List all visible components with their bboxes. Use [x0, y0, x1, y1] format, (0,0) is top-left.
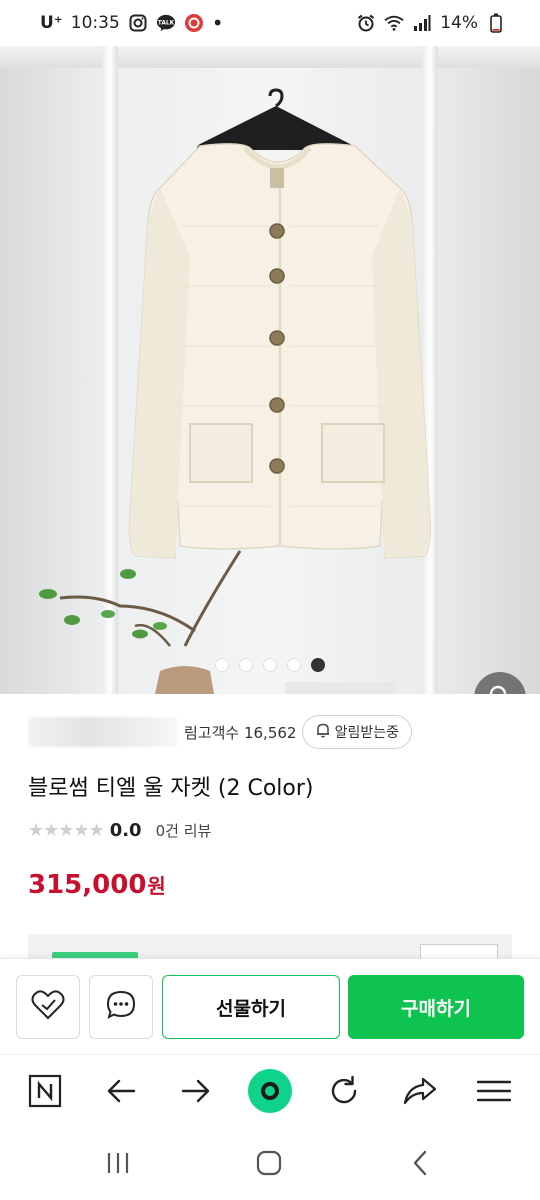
green-home-button[interactable] [246, 1069, 294, 1117]
kakaotalk-icon: TALK [156, 13, 176, 33]
product-price: 315,000 [28, 870, 147, 900]
search-icon [488, 684, 512, 694]
signal-icon [412, 13, 432, 33]
gift-button[interactable]: 선물하기 [162, 975, 340, 1039]
store-alert-label: 알림받는중 [334, 725, 399, 741]
system-back-button[interactable] [400, 1148, 440, 1182]
buy-button[interactable]: 구매하기 [348, 975, 524, 1039]
bell-icon [315, 722, 331, 742]
arrow-left-icon [105, 1077, 137, 1109]
product-image[interactable] [0, 46, 540, 694]
recent-apps-icon [105, 1151, 131, 1179]
carousel-dot[interactable] [239, 658, 253, 672]
hamburger-icon [476, 1080, 512, 1106]
green-circle-icon [247, 1068, 293, 1118]
store-name-redacted[interactable] [28, 717, 178, 747]
carousel-dot[interactable] [311, 658, 325, 672]
recent-apps-button[interactable] [98, 1148, 138, 1182]
status-right: 14% [356, 13, 506, 33]
wifi-icon [384, 13, 404, 33]
home-icon [256, 1150, 282, 1180]
alarm-icon [356, 13, 376, 33]
chat-bubble-icon [104, 988, 138, 1026]
heart-check-icon [30, 988, 66, 1026]
price-row: 315,000 원 [28, 870, 166, 900]
share-icon [402, 1076, 438, 1110]
chevron-left-icon [410, 1150, 430, 1180]
instagram-icon [128, 13, 148, 33]
chat-button[interactable] [89, 975, 153, 1039]
star-rating: ★★★★★ [28, 820, 105, 841]
rating-row[interactable]: ★★★★★ 0.0 0건 리뷰 [28, 820, 211, 841]
forward-button[interactable] [172, 1069, 220, 1117]
store-alert-button[interactable]: 알림받는중 [301, 715, 412, 749]
system-navigation-bar [0, 1130, 540, 1200]
status-left: U⁺ 10:35 TALK • [40, 13, 224, 33]
share-button[interactable] [396, 1069, 444, 1117]
purchase-action-bar: 선물하기 구매하기 [0, 958, 540, 1054]
carrier-label: U⁺ [40, 13, 63, 33]
browser-toolbar [0, 1054, 540, 1130]
product-title: 블로썸 티엘 울 자켓 (2 Color) [28, 776, 314, 801]
menu-button[interactable] [470, 1069, 518, 1117]
status-bar: U⁺ 10:35 TALK • 14% [0, 0, 540, 46]
battery-icon [486, 13, 506, 33]
battery-percent: 14% [440, 13, 478, 33]
back-button[interactable] [97, 1069, 145, 1117]
clock: 10:35 [70, 13, 120, 33]
carousel-dot[interactable] [215, 658, 229, 672]
rating-score: 0.0 [109, 820, 142, 841]
image-carousel-dots [215, 658, 325, 672]
wishlist-button[interactable] [16, 975, 80, 1039]
refresh-icon [327, 1074, 361, 1112]
store-visitors: 림고객수 16,562 [184, 723, 297, 742]
review-count: 0건 리뷰 [155, 822, 212, 840]
price-unit: 원 [147, 874, 166, 898]
kakaotalk-label: TALK [158, 20, 175, 26]
app-notification-icon [184, 13, 204, 33]
naver-n-icon [28, 1074, 62, 1112]
carousel-dot[interactable] [287, 658, 301, 672]
more-notifications-dot: • [211, 11, 224, 35]
refresh-button[interactable] [320, 1069, 368, 1117]
arrow-right-icon [180, 1077, 212, 1109]
home-button[interactable] [249, 1148, 289, 1182]
carousel-dot[interactable] [263, 658, 277, 672]
store-row: 림고객수 16,562 알림받는중 [0, 706, 540, 758]
naver-home-button[interactable] [21, 1069, 69, 1117]
jacket-illustration [39, 88, 432, 694]
